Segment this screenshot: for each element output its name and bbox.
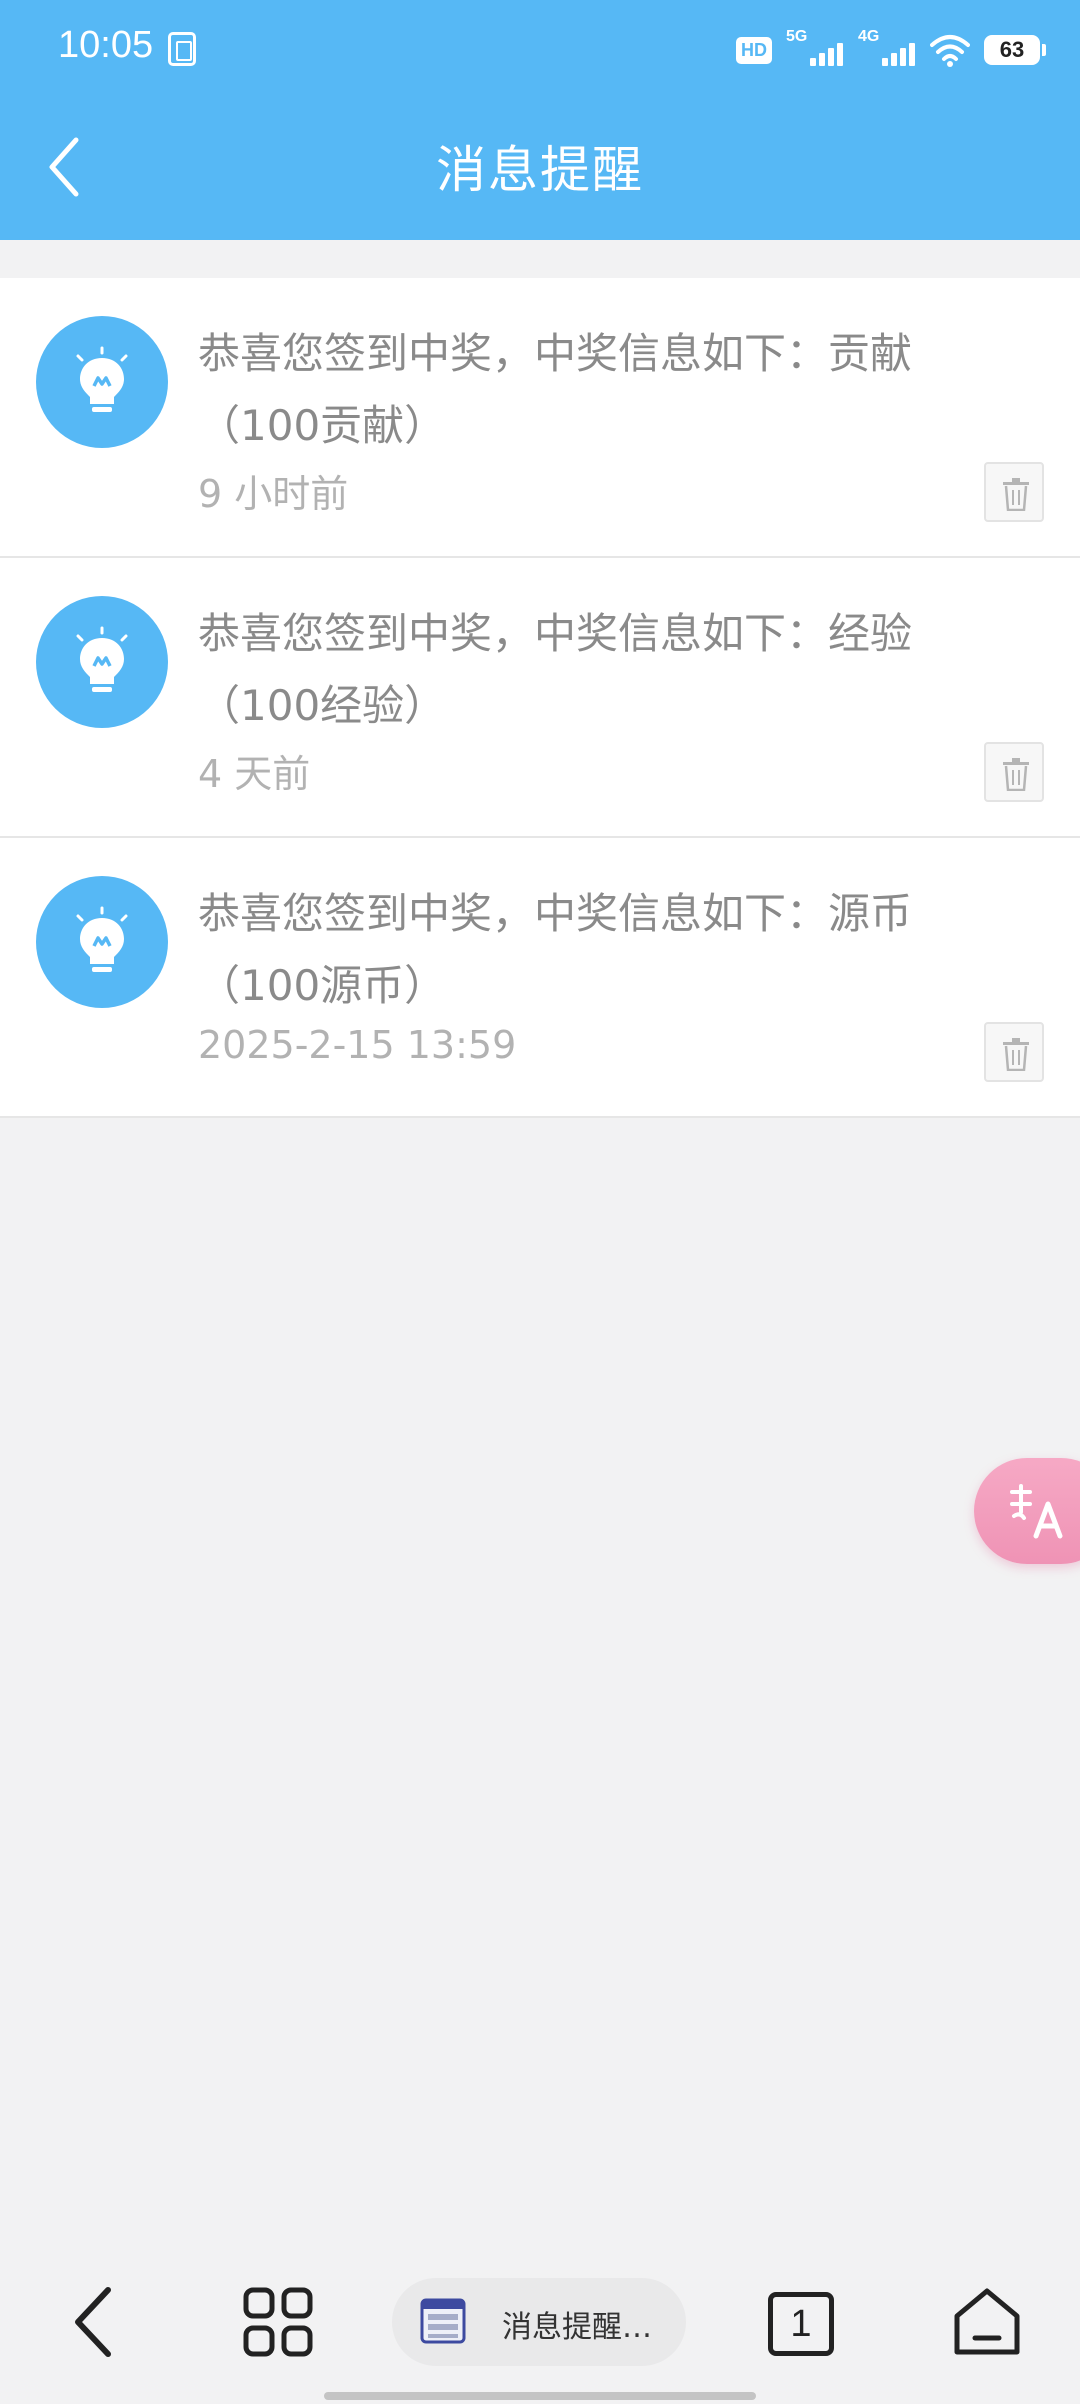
battery-indicator: 63 bbox=[984, 35, 1046, 65]
message-time: 4 天前 bbox=[198, 752, 311, 796]
delete-button[interactable] bbox=[984, 462, 1044, 522]
page-title: 消息提醒 bbox=[436, 141, 644, 199]
message-item[interactable]: 恭喜您签到中奖，中奖信息如下：经验（100经验） 4 天前 bbox=[0, 558, 1080, 838]
status-indicators: HD 5G 4G 63 bbox=[736, 28, 1046, 72]
current-tab-chip[interactable]: 消息提醒… bbox=[392, 2278, 686, 2366]
net-label-4g: 4G bbox=[858, 28, 880, 45]
message-list: 恭喜您签到中奖，中奖信息如下：贡献（100贡献） 9 小时前 恭喜您签到中奖，中… bbox=[0, 278, 1080, 1118]
signal-5g-icon: 5G bbox=[786, 28, 844, 70]
home-button[interactable] bbox=[952, 2286, 1022, 2358]
hd-badge: HD bbox=[736, 36, 772, 64]
translate-icon bbox=[1010, 1484, 1063, 1539]
message-text: 恭喜您签到中奖，中奖信息如下：源币（100源币） bbox=[198, 889, 913, 1010]
tabs-count-button[interactable]: 1 bbox=[768, 2292, 834, 2356]
trash-icon bbox=[1003, 1038, 1029, 1071]
apps-grid-button[interactable] bbox=[242, 2286, 314, 2358]
message-item[interactable]: 恭喜您签到中奖，中奖信息如下：源币（100源币） 2025-2-15 13:59 bbox=[0, 838, 1080, 1118]
tab-label: 消息提醒… bbox=[502, 2310, 652, 2345]
home-indicator[interactable] bbox=[324, 2392, 756, 2400]
lightbulb-icon bbox=[36, 596, 168, 728]
message-item[interactable]: 恭喜您签到中奖，中奖信息如下：贡献（100贡献） 9 小时前 bbox=[0, 278, 1080, 558]
delete-button[interactable] bbox=[984, 742, 1044, 802]
message-time: 9 小时前 bbox=[198, 472, 349, 516]
signal-4g-icon: 4G bbox=[858, 28, 916, 70]
browser-nav-bar: 消息提醒… 1 bbox=[0, 2260, 1080, 2404]
wifi-icon bbox=[930, 35, 970, 67]
lightbulb-icon bbox=[36, 876, 168, 1008]
nav-back-button[interactable] bbox=[64, 2284, 124, 2360]
page-icon bbox=[420, 2298, 466, 2344]
status-time: 10:05 bbox=[58, 24, 154, 66]
lightbulb-icon bbox=[36, 316, 168, 448]
net-label-5g: 5G bbox=[786, 28, 808, 45]
trash-icon bbox=[1003, 478, 1029, 511]
translate-button[interactable] bbox=[974, 1458, 1080, 1564]
app-header: 10:05 HD 5G 4G 63 消息提醒 bbox=[0, 0, 1080, 240]
trash-icon bbox=[1003, 758, 1029, 791]
message-time: 2025-2-15 13:59 bbox=[198, 1023, 517, 1067]
delete-button[interactable] bbox=[984, 1022, 1044, 1082]
status-bar: 10:05 HD 5G 4G 63 bbox=[0, 0, 1080, 100]
message-text: 恭喜您签到中奖，中奖信息如下：经验（100经验） bbox=[198, 609, 913, 730]
sim-icon bbox=[168, 32, 196, 66]
message-text: 恭喜您签到中奖，中奖信息如下：贡献（100贡献） bbox=[198, 329, 913, 450]
